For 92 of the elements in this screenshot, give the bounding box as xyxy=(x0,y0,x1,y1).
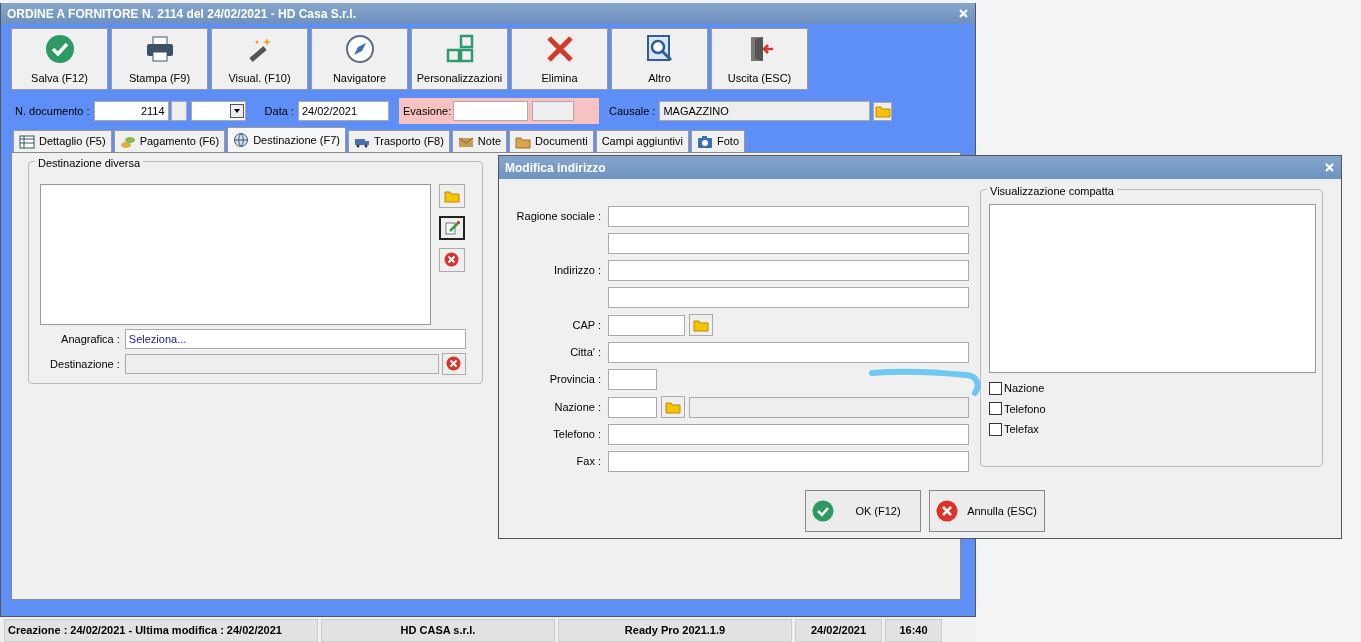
causale-field[interactable]: MAGAZZINO xyxy=(659,101,871,121)
table-icon xyxy=(19,133,35,150)
folder-icon xyxy=(874,103,891,119)
close-icon xyxy=(1324,162,1335,173)
dropdown-field[interactable] xyxy=(190,101,246,121)
document-number-field[interactable]: 2114 xyxy=(93,101,169,121)
check-circle-icon xyxy=(44,33,75,64)
status-bar-item: Creazione : 24/02/2021 - Ultima modifica : 24/02/2021 xyxy=(4,619,318,642)
field-label: Citta' : xyxy=(569,345,601,361)
field-label: Ragione sociale : xyxy=(515,209,601,225)
folder-button[interactable] xyxy=(873,101,893,121)
tab[interactable]: Campi aggiuntivi xyxy=(595,130,689,152)
field-label: Nazione : xyxy=(553,399,601,415)
magnifier-icon xyxy=(644,33,675,64)
printer-icon xyxy=(144,33,175,64)
edit-icon xyxy=(444,220,460,236)
folder-icon xyxy=(665,399,681,415)
edit-button[interactable] xyxy=(439,216,465,240)
tab[interactable]: Note xyxy=(451,130,508,152)
tab[interactable]: Pagamento (F6) xyxy=(113,130,226,152)
compass-icon xyxy=(344,33,375,64)
checkbox[interactable] xyxy=(989,402,1002,416)
checkbox-label: Nazione xyxy=(1004,381,1045,396)
delete-icon xyxy=(446,356,462,372)
folder-icon xyxy=(693,317,709,333)
field-label: Evasione: xyxy=(402,103,452,119)
camera-icon xyxy=(697,133,713,150)
clear-button[interactable] xyxy=(442,353,466,375)
anagrafica-field[interactable]: Seleziona... xyxy=(124,329,466,349)
text-field[interactable] xyxy=(608,342,969,363)
cancel-icon xyxy=(936,500,958,522)
delete-button[interactable] xyxy=(439,248,465,272)
text-field[interactable] xyxy=(608,206,969,227)
dialog-button[interactable]: Annulla (ESC) xyxy=(929,490,1045,532)
checkbox[interactable] xyxy=(989,381,1002,395)
small-field[interactable] xyxy=(170,101,187,121)
tab[interactable]: Dettaglio (F5) xyxy=(13,130,112,152)
text-field[interactable] xyxy=(608,314,685,336)
field-label: Data : xyxy=(264,103,294,119)
destinazione-field[interactable] xyxy=(124,354,440,374)
delete-icon xyxy=(444,252,460,268)
field-label: Destinazione : xyxy=(49,356,120,372)
tab[interactable]: Destinazione (F7) xyxy=(227,127,346,152)
text-field[interactable] xyxy=(608,287,969,308)
tab[interactable]: Trasporto (F8) xyxy=(347,130,450,152)
text-field[interactable] xyxy=(608,424,969,445)
dialog-title: Modifica indirizzo xyxy=(505,159,606,177)
status-bar-item: 16:40 xyxy=(885,619,942,642)
close-icon xyxy=(958,8,969,19)
field-label: Indirizzo : xyxy=(552,263,601,279)
evasione-time-field[interactable] xyxy=(532,101,575,121)
field-label: Fax : xyxy=(575,454,601,470)
checkbox[interactable] xyxy=(989,422,1002,436)
status-bar-item: Ready Pro 2021.1.9 xyxy=(558,619,792,642)
status-bar-item: 24/02/2021 xyxy=(795,619,882,642)
folder-button[interactable] xyxy=(661,396,685,418)
toolbar-button[interactable]: Personalizzazioni xyxy=(411,28,508,90)
field-label: N. documento : xyxy=(15,103,90,119)
field-label: CAP : xyxy=(571,317,601,333)
toolbar-button[interactable]: Navigatore xyxy=(311,28,408,90)
toolbar-button[interactable]: Stampa (F9) xyxy=(111,28,208,90)
nazione-name-field[interactable] xyxy=(689,396,969,418)
checkbox-label: Telefono xyxy=(1004,401,1046,417)
window-title: ORDINE A FORNITORE N. 2114 del 24/02/2021 - HD Casa S.r.l. xyxy=(7,5,357,23)
text-field[interactable] xyxy=(608,369,657,390)
folder-button[interactable] xyxy=(689,314,713,336)
dialog-button[interactable]: OK (F12) xyxy=(805,490,921,532)
tab[interactable]: Foto xyxy=(691,130,745,152)
status-bar-item: HD CASA s.r.l. xyxy=(321,619,555,642)
tab[interactable]: Documenti xyxy=(509,130,594,152)
text-field[interactable] xyxy=(608,451,969,472)
delete-icon xyxy=(544,33,575,64)
toolbar-button[interactable]: Elimina xyxy=(511,28,608,90)
squares-icon xyxy=(444,33,475,64)
evasione-field[interactable] xyxy=(453,101,529,121)
text-field[interactable] xyxy=(608,233,969,254)
toolbar-button[interactable]: Visual. (F10) xyxy=(211,28,308,90)
toolbar-button[interactable]: Altro xyxy=(611,28,708,90)
toolbar-button[interactable]: Uscita (ESC) xyxy=(711,28,808,90)
folder-icon xyxy=(444,188,460,204)
text-field[interactable] xyxy=(608,260,969,281)
check-circle-icon xyxy=(812,500,834,522)
field-label: Provincia : xyxy=(548,372,601,388)
field-label: Causale : xyxy=(608,103,656,119)
text-field[interactable] xyxy=(608,396,657,418)
toolbar-button[interactable]: Salva (F12) xyxy=(11,28,108,90)
field-label: Telefono : xyxy=(552,427,601,443)
field-label: Anagrafica : xyxy=(60,331,120,347)
globe-icon xyxy=(233,132,250,148)
folder-button[interactable] xyxy=(439,184,465,208)
date-field[interactable]: 24/02/2021 xyxy=(297,101,389,121)
checkbox-label: Telefax xyxy=(1004,422,1039,437)
